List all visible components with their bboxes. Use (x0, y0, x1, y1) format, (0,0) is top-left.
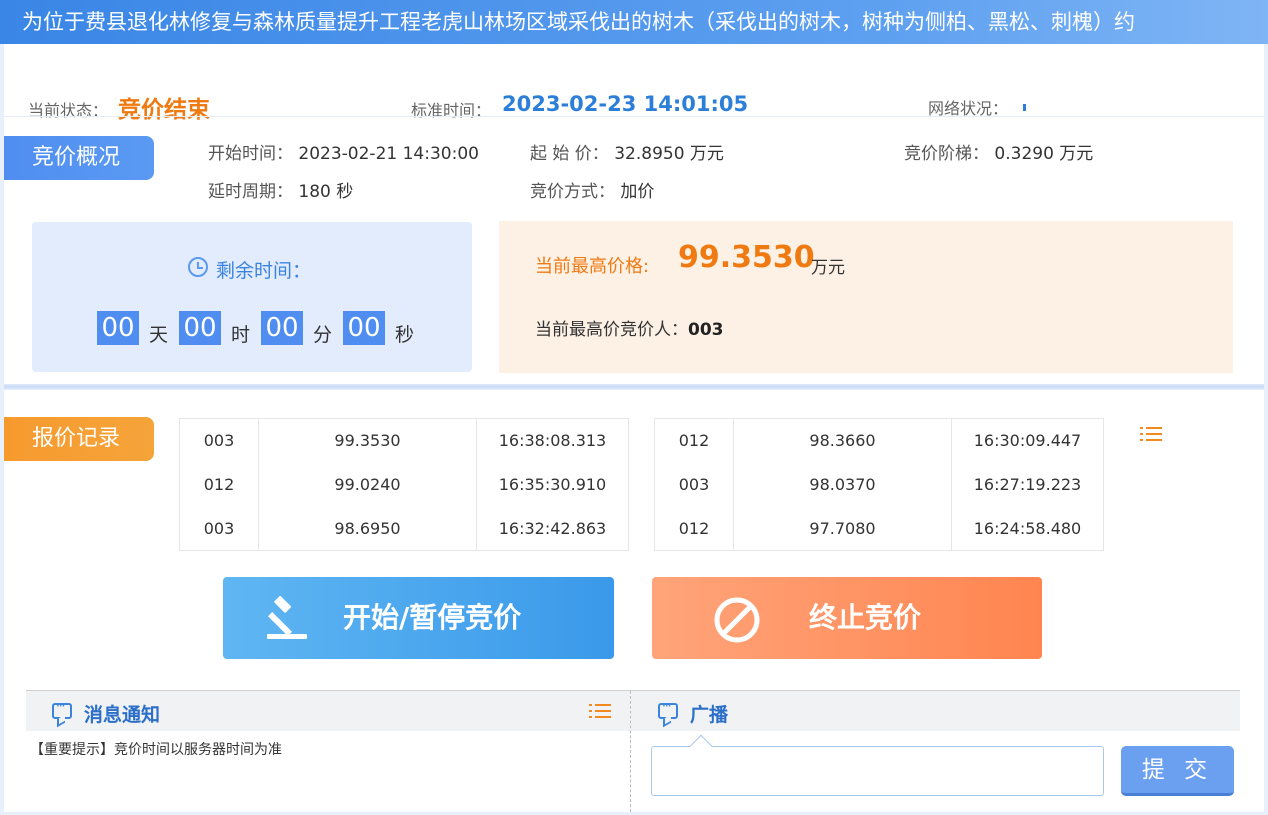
standard-time-label: 标准时间： (411, 101, 492, 120)
vertical-divider (630, 691, 631, 812)
highest-bidder: 当前最高价竞价人：003 (535, 315, 724, 340)
record-time: 16:35:30.910 (476, 462, 629, 507)
countdown-minutes: 00 (261, 311, 303, 345)
highest-bidder-value: 003 (688, 320, 724, 340)
table-row: 012 99.0240 16:35:30.910 (179, 462, 629, 507)
records-list-icon[interactable] (1140, 427, 1162, 441)
record-bidder: 003 (179, 418, 259, 463)
record-time: 16:30:09.447 (951, 418, 1104, 463)
start-pause-button[interactable]: 开始/暂停竞价 (223, 577, 614, 659)
record-time: 16:32:42.863 (476, 506, 629, 551)
start-price-label: 起 始 价： (530, 144, 609, 164)
highest-price-panel (499, 221, 1233, 373)
countdown-seconds: 00 (343, 311, 385, 345)
bid-step-value: 0.3290 万元 (994, 144, 1094, 164)
highest-price-value: 99.3530 (678, 240, 815, 275)
forbidden-icon (714, 597, 760, 643)
bid-method-label: 竞价方式： (530, 182, 615, 202)
countdown-hours: 00 (179, 311, 221, 345)
delay-period: 延时周期： 180 秒 (208, 177, 353, 202)
broadcast-input[interactable] (651, 746, 1104, 796)
record-price: 98.0370 (733, 462, 952, 507)
delay-period-label: 延时周期： (208, 182, 293, 202)
record-price: 99.0240 (258, 462, 477, 507)
start-price-value: 32.8950 万元 (614, 144, 724, 164)
countdown-days: 00 (97, 311, 139, 345)
start-price: 起 始 价： 32.8950 万元 (530, 139, 724, 164)
start-time-label: 开始时间： (208, 144, 293, 164)
gavel-icon (267, 596, 307, 639)
submit-button[interactable]: 提 交 (1121, 746, 1234, 796)
record-time: 16:24:58.480 (951, 506, 1104, 551)
records-tag: 报价记录 (4, 417, 154, 461)
broadcast-title: 广播 (690, 704, 729, 726)
record-price: 98.6950 (258, 506, 477, 551)
overview-tag: 竞价概况 (4, 136, 154, 180)
notice-message: 【重要提示】竞价时间以服务器时间为准 (30, 742, 282, 758)
bid-step-label: 竞价阶梯： (904, 144, 989, 164)
countdown-title: 剩余时间： (188, 256, 311, 283)
page-title: 为位于费县退化林修复与森林质量提升工程老虎山林场区域采伐出的树木（采伐出的树木，… (0, 0, 1268, 44)
stop-bidding-label: 终止竞价 (809, 601, 922, 634)
countdown-minutes-unit: 分 (313, 324, 333, 346)
table-row: 003 99.3530 16:38:08.313 (179, 418, 629, 463)
countdown-panel (32, 222, 472, 372)
network-status-indicator (1023, 104, 1026, 111)
countdown-hours-unit: 时 (231, 324, 251, 346)
start-time-value: 2023-02-21 14:30:00 (298, 144, 479, 164)
record-price: 99.3530 (258, 418, 477, 463)
record-bidder: 003 (654, 462, 734, 507)
record-bidder: 012 (179, 462, 259, 507)
bid-method-value: 加价 (620, 182, 655, 202)
chat-icon (52, 699, 72, 719)
delay-period-value: 180 秒 (298, 182, 354, 202)
countdown-label: 剩余时间： (216, 260, 312, 282)
record-price: 98.3660 (733, 418, 952, 463)
notice-list-icon[interactable] (589, 704, 611, 718)
record-bidder: 012 (654, 418, 734, 463)
record-bidder: 012 (654, 506, 734, 551)
records-table-right: 012 98.3660 16:30:09.447 003 98.0370 16:… (654, 418, 1104, 551)
status-label: 当前状态： (28, 101, 109, 120)
table-row: 012 98.3660 16:30:09.447 (654, 418, 1104, 463)
records-table-left: 003 99.3530 16:38:08.313 012 99.0240 16:… (179, 418, 629, 551)
record-time: 16:38:08.313 (476, 418, 629, 463)
stop-bidding-button[interactable]: 终止竞价 (652, 577, 1042, 659)
divider (4, 116, 1264, 117)
countdown-seconds-unit: 秒 (395, 324, 415, 346)
notice-title: 消息通知 (84, 704, 161, 726)
record-bidder: 003 (179, 506, 259, 551)
standard-time-value: 2023-02-23 14:01:05 (502, 92, 749, 116)
start-pause-label: 开始/暂停竞价 (343, 601, 522, 634)
record-price: 97.7080 (733, 506, 952, 551)
highest-price-unit: 万元 (811, 258, 845, 278)
record-time: 16:27:19.223 (951, 462, 1104, 507)
table-row: 003 98.6950 16:32:42.863 (179, 506, 629, 551)
highest-price-label: 当前最高价格: (535, 256, 650, 277)
table-row: 012 97.7080 16:24:58.480 (654, 506, 1104, 551)
bid-step: 竞价阶梯： 0.3290 万元 (904, 139, 1093, 164)
status-value: 竞价结束 (118, 97, 210, 123)
section-divider (4, 384, 1264, 390)
table-row: 003 98.0370 16:27:19.223 (654, 462, 1104, 507)
highest-bidder-label: 当前最高价竞价人： (535, 320, 688, 340)
start-time: 开始时间： 2023-02-21 14:30:00 (208, 139, 479, 164)
chat-icon (658, 699, 678, 719)
countdown-days-unit: 天 (149, 324, 169, 346)
bid-method: 竞价方式： 加价 (530, 177, 654, 202)
